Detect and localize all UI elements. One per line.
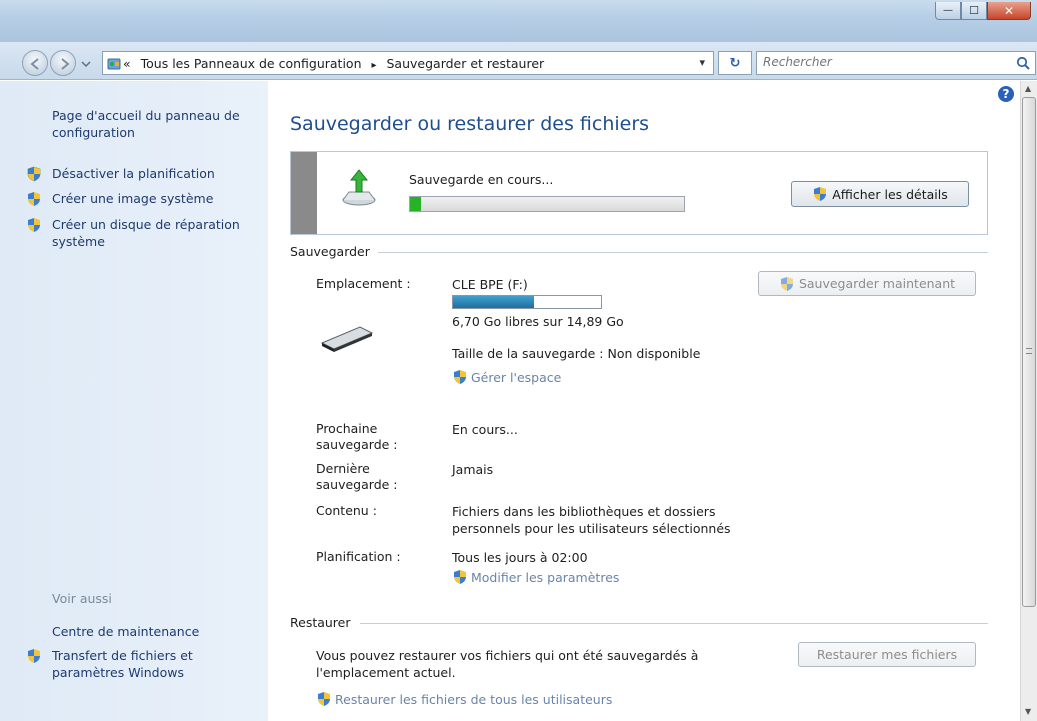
window-controls: — ☐ ✕ bbox=[935, 2, 1031, 22]
section-divider bbox=[378, 252, 988, 253]
uac-shield-icon bbox=[814, 187, 827, 201]
maximize-icon: ☐ bbox=[969, 4, 979, 17]
sidebar-item-create-repair-disc[interactable]: Créer un disque de réparation système bbox=[52, 216, 252, 250]
minimize-icon: — bbox=[943, 5, 953, 16]
refresh-icon: ↻ bbox=[729, 55, 741, 71]
scroll-down-icon[interactable]: ▼ bbox=[1025, 707, 1031, 716]
search-input[interactable] bbox=[763, 55, 1003, 69]
grip-icon bbox=[1026, 348, 1032, 354]
change-settings-link[interactable]: Modifier les paramètres bbox=[452, 569, 619, 585]
search-icon[interactable] bbox=[1015, 55, 1031, 71]
restore-section-heading: Restaurer bbox=[290, 615, 351, 630]
close-button[interactable]: ✕ bbox=[987, 2, 1031, 20]
change-settings-label: Modifier les paramètres bbox=[471, 569, 620, 585]
next-backup-value: En cours... bbox=[452, 422, 518, 437]
uac-shield-icon bbox=[28, 649, 40, 663]
status-strip bbox=[291, 152, 317, 234]
restore-description: Vous pouvez restaurer vos fichiers qui o… bbox=[316, 648, 699, 680]
section-divider bbox=[360, 623, 988, 624]
search-box[interactable] bbox=[756, 51, 1036, 75]
schedule-label: Planification : bbox=[316, 549, 401, 564]
see-also-heading: Voir aussi bbox=[52, 591, 112, 606]
refresh-button[interactable]: ↻ bbox=[718, 51, 752, 75]
maximize-button[interactable]: ☐ bbox=[961, 2, 987, 20]
task-pane: Page d'accueil du panneau de configurati… bbox=[0, 81, 268, 721]
restore-my-files-label: Restaurer mes fichiers bbox=[816, 647, 958, 662]
backup-size-text: Taille de la sauvegarde : Non disponible bbox=[452, 346, 701, 361]
backup-progress-fill bbox=[410, 197, 421, 211]
last-backup-value: Jamais bbox=[452, 462, 494, 477]
breadcrumb-overflow[interactable]: « bbox=[123, 56, 131, 71]
backup-now-button[interactable]: Sauvegarder maintenant bbox=[758, 271, 976, 296]
sidebar-item-disable-schedule[interactable]: Désactiver la planification bbox=[52, 165, 215, 182]
address-dropdown-icon[interactable]: ▾ bbox=[699, 56, 705, 69]
last-backup-label: Dernière sauvegarde : bbox=[316, 461, 398, 492]
breadcrumb-backup-restore[interactable]: Sauvegarder et restaurer bbox=[387, 56, 545, 71]
next-backup-label: Prochaine sauvegarde : bbox=[316, 421, 398, 452]
back-arrow-icon bbox=[30, 58, 39, 70]
view-details-button[interactable]: Afficher les détails bbox=[791, 181, 969, 207]
title-bar: — ☐ ✕ bbox=[0, 0, 1037, 42]
uac-shield-icon bbox=[28, 218, 40, 232]
manage-space-label: Gérer l'espace bbox=[471, 369, 562, 385]
breadcrumb-control-panel[interactable]: Tous les Panneaux de configuration bbox=[141, 56, 362, 71]
restore-all-users-link[interactable]: Restaurer les fichiers de tous les utili… bbox=[316, 691, 612, 707]
chevron-down-icon bbox=[81, 61, 91, 68]
sidebar-item-maintenance-center[interactable]: Centre de maintenance bbox=[52, 623, 199, 640]
removable-drive-icon bbox=[320, 326, 374, 352]
uac-shield-icon bbox=[28, 192, 40, 206]
backup-status-text: Sauvegarde en cours... bbox=[409, 172, 554, 187]
close-icon: ✕ bbox=[1003, 3, 1015, 18]
main-content: ? Sauvegarder ou restaurer des fichiers … bbox=[268, 81, 1020, 721]
forward-arrow-icon bbox=[61, 58, 70, 70]
free-space-text: 6,70 Go libres sur 14,89 Go bbox=[452, 314, 624, 329]
contents-value: Fichiers dans les bibliothèques et dossi… bbox=[452, 504, 731, 536]
history-dropdown-button[interactable] bbox=[80, 58, 92, 70]
vertical-scrollbar[interactable]: ▲ ▼ bbox=[1020, 81, 1037, 721]
restore-all-users-label: Restaurer les fichiers de tous les utili… bbox=[335, 691, 613, 707]
scroll-thumb[interactable] bbox=[1022, 97, 1036, 607]
view-details-label: Afficher les détails bbox=[832, 186, 948, 202]
minimize-button[interactable]: — bbox=[935, 2, 961, 20]
location-value: CLE BPE (F:) bbox=[452, 277, 528, 292]
breadcrumb-separator-icon[interactable]: ▸ bbox=[371, 60, 376, 71]
restore-my-files-button[interactable]: Restaurer mes fichiers bbox=[798, 642, 976, 667]
manage-space-link[interactable]: Gérer l'espace bbox=[452, 369, 561, 385]
forward-button[interactable] bbox=[50, 50, 76, 76]
schedule-value: Tous les jours à 02:00 bbox=[452, 550, 588, 565]
control-panel-icon bbox=[107, 58, 121, 70]
backup-now-label: Sauvegarder maintenant bbox=[798, 276, 956, 291]
scroll-up-icon[interactable]: ▲ bbox=[1025, 84, 1031, 93]
backup-section-heading: Sauvegarder bbox=[290, 244, 370, 259]
address-bar[interactable]: « Tous les Panneaux de configuration ▸ S… bbox=[102, 51, 714, 75]
page-title: Sauvegarder ou restaurer des fichiers bbox=[290, 113, 650, 135]
disk-usage-fill bbox=[453, 296, 535, 308]
uac-shield-icon bbox=[454, 570, 466, 584]
sidebar-item-create-system-image[interactable]: Créer une image système bbox=[52, 190, 213, 207]
sidebar-item-easy-transfer[interactable]: Transfert de fichiers et paramètres Wind… bbox=[52, 647, 242, 681]
uac-shield-icon bbox=[454, 370, 466, 384]
backup-status-panel: Sauvegarde en cours... Afficher les déta… bbox=[290, 151, 988, 235]
backup-in-progress-icon bbox=[342, 169, 376, 206]
navigation-bar: « Tous les Panneaux de configuration ▸ S… bbox=[0, 42, 1037, 80]
contents-label: Contenu : bbox=[316, 503, 377, 518]
help-icon[interactable]: ? bbox=[998, 86, 1014, 102]
disk-usage-bar bbox=[452, 295, 602, 309]
location-label: Emplacement : bbox=[316, 276, 411, 291]
control-panel-home-link[interactable]: Page d'accueil du panneau de configurati… bbox=[52, 107, 252, 141]
uac-shield-icon bbox=[318, 692, 330, 706]
uac-shield-icon bbox=[27, 166, 41, 182]
backup-progress-bar bbox=[409, 196, 685, 212]
uac-shield-icon bbox=[780, 276, 793, 291]
breadcrumb: « Tous les Panneaux de configuration ▸ S… bbox=[123, 56, 544, 71]
back-button[interactable] bbox=[22, 50, 48, 76]
